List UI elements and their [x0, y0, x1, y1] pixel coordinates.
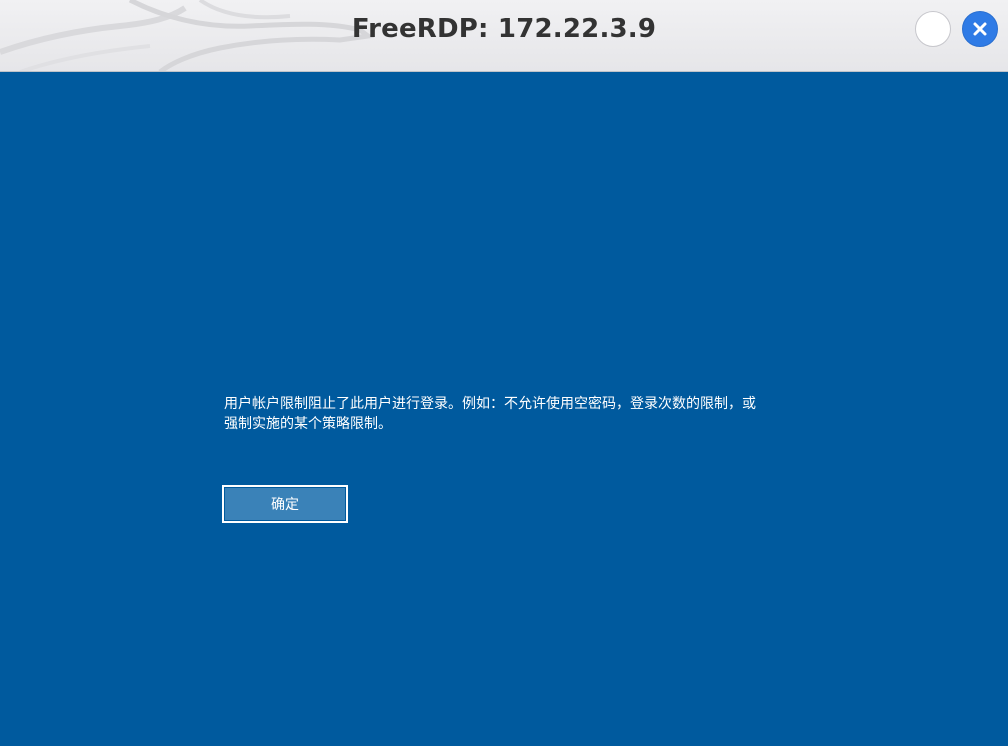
- rdp-window: FreeRDP: 172.22.3.9 用户帐户限制阻止了此用户进行登录。例如：…: [0, 0, 1008, 746]
- title-bar[interactable]: FreeRDP: 172.22.3.9: [0, 0, 1008, 72]
- error-message-line-2: 强制实施的某个策略限制。: [224, 416, 392, 432]
- circle-button-icon[interactable]: [915, 11, 951, 47]
- error-message-line-1: 用户帐户限制阻止了此用户进行登录。例如：不允许使用空密码，登录次数的限制，或: [224, 396, 756, 412]
- ok-button-label: 确定: [225, 488, 345, 520]
- close-button[interactable]: [962, 11, 998, 47]
- error-message: 用户帐户限制阻止了此用户进行登录。例如：不允许使用空密码，登录次数的限制，或 强…: [224, 394, 814, 434]
- close-icon: [973, 22, 987, 36]
- window-title: FreeRDP: 172.22.3.9: [351, 14, 657, 44]
- ok-button[interactable]: 确定: [222, 485, 348, 523]
